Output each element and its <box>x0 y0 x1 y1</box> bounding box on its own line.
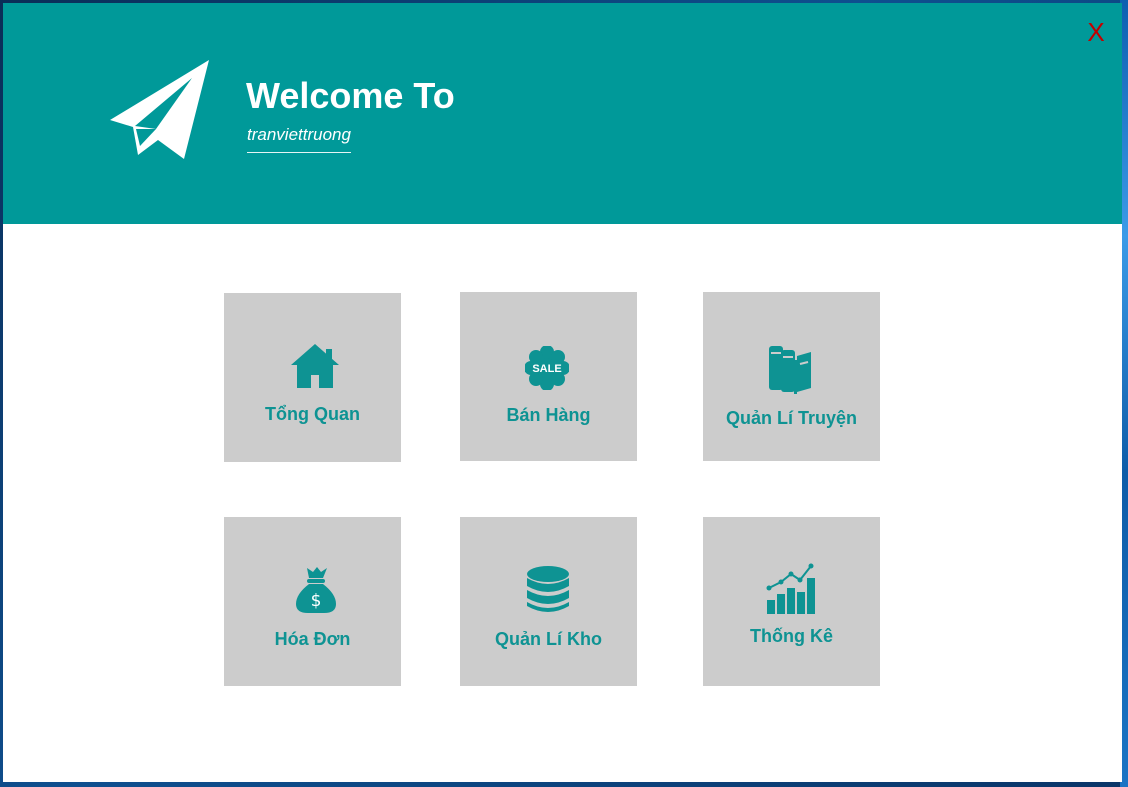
main-window: Welcome To tranviettruong X Tổng Quan SA… <box>3 3 1122 782</box>
statistics-chart-icon <box>766 563 815 614</box>
money-bag-icon: $ <box>296 567 336 613</box>
tile-label: Hóa Đơn <box>274 629 351 649</box>
svg-text:$: $ <box>311 591 322 611</box>
home-icon <box>291 344 339 388</box>
tile-label: Bán Hàng <box>506 405 591 425</box>
tile-hoa-don[interactable]: $ Hóa Đơn <box>224 517 401 686</box>
database-icon <box>527 566 569 612</box>
tile-label: Tổng Quan <box>265 404 360 424</box>
tile-ban-hang[interactable]: SALE Bán Hàng <box>460 292 637 461</box>
tile-label: Thống Kê <box>750 626 833 646</box>
svg-text:SALE: SALE <box>532 363 561 375</box>
paper-plane-icon <box>110 60 209 159</box>
welcome-header: Welcome To tranviettruong X <box>3 3 1122 224</box>
sale-badge-icon: SALE <box>525 346 569 390</box>
tile-label: Quản Lí Kho <box>495 629 602 649</box>
close-button[interactable]: X <box>1079 15 1113 49</box>
tile-quan-li-kho[interactable]: Quản Lí Kho <box>460 517 637 686</box>
welcome-title: Welcome To <box>246 75 455 116</box>
tile-label: Quản Lí Truyện <box>725 408 858 428</box>
tile-thong-ke[interactable]: Thống Kê <box>703 517 880 686</box>
books-icon <box>769 346 811 394</box>
tile-tong-quan[interactable]: Tổng Quan <box>224 293 401 462</box>
tile-quan-li-truyen[interactable]: Quản Lí Truyện <box>703 292 880 461</box>
username-label: tranviettruong <box>247 124 351 153</box>
